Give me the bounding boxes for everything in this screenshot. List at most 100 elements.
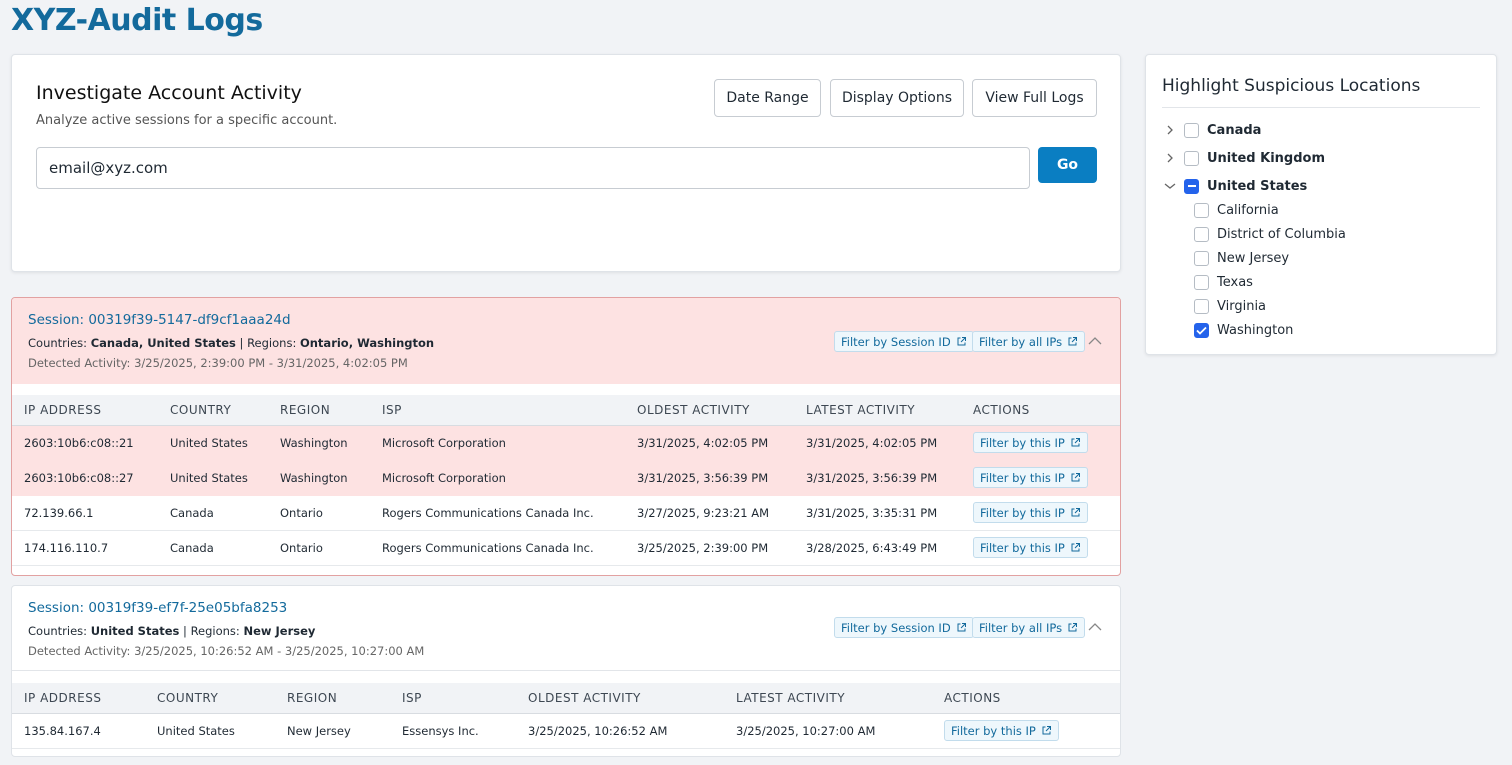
external-link-icon — [1071, 473, 1080, 482]
view-full-logs-button[interactable]: View Full Logs — [972, 79, 1097, 117]
external-link-icon — [1071, 508, 1080, 517]
tree-item-virginia[interactable]: Virginia — [1194, 296, 1266, 316]
column-header: COUNTRY — [145, 683, 275, 714]
external-link-icon — [957, 623, 966, 632]
filter-by-session-id-button[interactable]: Filter by Session ID — [834, 331, 974, 352]
ip-cell: 135.84.167.4 — [12, 713, 145, 749]
tree-label: United States — [1207, 178, 1308, 194]
tree-label: United Kingdom — [1207, 150, 1326, 166]
column-header: OLDEST ACTIVITY — [516, 683, 724, 714]
table-row: 2603:10b6:c08::27 United States Washingt… — [12, 460, 1120, 496]
date-range-button[interactable]: Date Range — [714, 79, 821, 117]
filter-by-this-ip-button[interactable]: Filter by this IP — [973, 467, 1088, 488]
checkbox-united-states[interactable] — [1184, 178, 1199, 194]
investigate-title: Investigate Account Activity — [36, 82, 302, 104]
external-link-icon — [1068, 623, 1078, 632]
tree-item-texas[interactable]: Texas — [1194, 272, 1253, 292]
tree-label: New Jersey — [1217, 250, 1290, 266]
external-link-icon — [957, 337, 966, 346]
chevron-right-icon[interactable] — [1164, 152, 1176, 164]
country-cell: United States — [158, 425, 268, 461]
column-header: LATEST ACTIVITY — [794, 395, 961, 426]
table-header-row: IP ADDRESS COUNTRY REGION ISP OLDEST ACT… — [12, 395, 1120, 426]
column-header: LATEST ACTIVITY — [724, 683, 932, 714]
session-header: Session: 00319f39-5147-df9cf1aaa24d Coun… — [12, 298, 1120, 384]
column-header: IP ADDRESS — [12, 395, 158, 426]
display-options-button[interactable]: Display Options — [830, 79, 964, 117]
ip-cell: 2603:10b6:c08::21 — [12, 425, 158, 461]
column-header: ISP — [370, 395, 625, 426]
filter-by-this-ip-button[interactable]: Filter by this IP — [973, 502, 1088, 523]
column-header: ACTIONS — [961, 395, 1120, 426]
isp-cell: Essensys Inc. — [390, 713, 516, 749]
tree-item-california[interactable]: California — [1194, 200, 1279, 220]
filter-by-this-ip-button[interactable]: Filter by this IP — [973, 537, 1088, 558]
session-locations: Countries: Canada, United States | Regio… — [28, 336, 435, 350]
go-button[interactable]: Go — [1038, 147, 1097, 183]
filter-by-all-ips-button[interactable]: Filter by all IPs — [972, 331, 1086, 352]
table-row: 135.84.167.4 United States New Jersey Es… — [12, 713, 1120, 749]
tree-label: Texas — [1217, 274, 1253, 290]
column-header: ACTIONS — [932, 683, 1120, 714]
column-header: IP ADDRESS — [12, 683, 145, 714]
session-id[interactable]: Session: 00319f39-ef7f-25e05bfa8253 — [28, 600, 287, 616]
table-row: 2603:10b6:c08::21 United States Washingt… — [12, 425, 1120, 461]
external-link-icon — [1071, 438, 1080, 447]
chevron-up-icon[interactable] — [1088, 620, 1102, 634]
country-cell: United States — [158, 460, 268, 496]
ip-cell: 174.116.110.7 — [12, 530, 158, 566]
region-cell: Ontario — [268, 530, 370, 566]
latest-cell: 3/28/2025, 6:43:49 PM — [794, 530, 961, 566]
oldest-cell: 3/27/2025, 9:23:21 AM — [625, 495, 794, 531]
tree-item-district-of-columbia[interactable]: District of Columbia — [1194, 224, 1346, 244]
table-header-row: IP ADDRESS COUNTRY REGION ISP OLDEST ACT… — [12, 683, 1120, 714]
table-row: 174.116.110.7 Canada Ontario Rogers Comm… — [12, 530, 1120, 566]
latest-cell: 3/31/2025, 3:35:31 PM — [794, 495, 961, 531]
country-cell: United States — [145, 713, 275, 749]
tree-item-new-jersey[interactable]: New Jersey — [1194, 248, 1289, 268]
divider — [12, 670, 1120, 671]
ip-cell: 2603:10b6:c08::27 — [12, 460, 158, 496]
table-row: 72.139.66.1 Canada Ontario Rogers Commun… — [12, 495, 1120, 531]
chevron-up-icon[interactable] — [1088, 334, 1102, 348]
checkbox-united-kingdom[interactable] — [1184, 150, 1199, 166]
chevron-right-icon[interactable] — [1164, 124, 1176, 136]
checkbox-district-of-columbia[interactable] — [1194, 226, 1209, 242]
checkbox-texas[interactable] — [1194, 274, 1209, 290]
checkbox-canada[interactable] — [1184, 122, 1199, 138]
column-header: COUNTRY — [158, 395, 268, 426]
external-link-icon — [1042, 726, 1051, 735]
region-cell: Washington — [268, 425, 370, 461]
checkbox-virginia[interactable] — [1194, 298, 1209, 314]
external-link-icon — [1068, 337, 1078, 346]
tree-label: Virginia — [1217, 298, 1267, 314]
isp-cell: Rogers Communications Canada Inc. — [370, 495, 625, 531]
country-cell: Canada — [158, 495, 268, 531]
checkbox-new-jersey[interactable] — [1194, 250, 1209, 266]
session-header: Session: 00319f39-ef7f-25e05bfa8253 Coun… — [12, 586, 1120, 672]
session-table: IP ADDRESS COUNTRY REGION ISP OLDEST ACT… — [12, 683, 1120, 749]
filter-by-this-ip-button[interactable]: Filter by this IP — [973, 432, 1088, 453]
filter-by-this-ip-button[interactable]: Filter by this IP — [944, 720, 1059, 741]
tree-item-canada[interactable]: Canada — [1164, 120, 1261, 140]
tree-item-united-kingdom[interactable]: United Kingdom — [1164, 148, 1325, 168]
chevron-down-icon[interactable] — [1164, 180, 1176, 192]
tree-item-united-states[interactable]: United States — [1164, 176, 1307, 196]
tree-item-washington[interactable]: Washington — [1194, 320, 1293, 340]
session-detected-activity: Detected Activity: 3/25/2025, 10:26:52 A… — [28, 644, 425, 658]
filter-by-session-id-button[interactable]: Filter by Session ID — [834, 617, 974, 638]
oldest-cell: 3/31/2025, 3:56:39 PM — [625, 460, 794, 496]
oldest-cell: 3/25/2025, 2:39:00 PM — [625, 530, 794, 566]
latest-cell: 3/31/2025, 3:56:39 PM — [794, 460, 961, 496]
filter-by-all-ips-button[interactable]: Filter by all IPs — [972, 617, 1086, 638]
session-card: Session: 00319f39-ef7f-25e05bfa8253 Coun… — [11, 585, 1121, 757]
latest-cell: 3/25/2025, 10:27:00 AM — [724, 713, 932, 749]
tree-label: California — [1217, 202, 1279, 218]
session-locations: Countries: United States | Regions: New … — [28, 624, 316, 638]
locations-title: Highlight Suspicious Locations — [1162, 76, 1421, 96]
checkbox-washington[interactable] — [1194, 322, 1209, 338]
region-cell: New Jersey — [275, 713, 390, 749]
checkbox-california[interactable] — [1194, 202, 1209, 218]
email-input[interactable] — [36, 147, 1030, 189]
session-id[interactable]: Session: 00319f39-5147-df9cf1aaa24d — [28, 312, 291, 328]
